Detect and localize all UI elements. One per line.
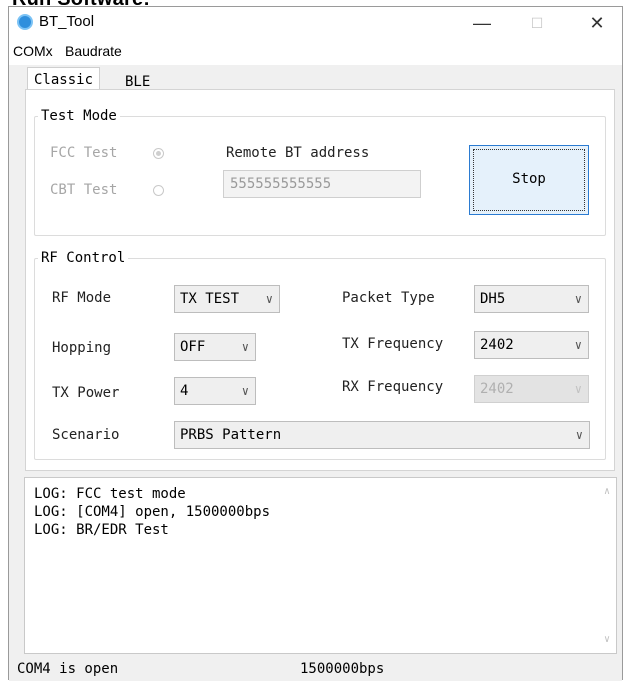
log-line: LOG: BR/EDR Test: [34, 522, 169, 538]
window-title: BT_Tool: [39, 13, 95, 30]
rx-frequency-select[interactable]: 2402 ∨: [474, 375, 589, 403]
rf-mode-value: TX TEST: [180, 291, 240, 307]
status-baud: 1500000bps: [300, 661, 385, 677]
rf-mode-select[interactable]: TX TEST ∨: [174, 285, 280, 313]
minimize-button[interactable]: —: [459, 9, 505, 37]
scroll-up-icon[interactable]: ∧: [604, 483, 610, 501]
tx-frequency-select[interactable]: 2402 ∨: [474, 331, 589, 359]
packet-type-value: DH5: [480, 291, 506, 307]
tx-power-label: TX Power: [52, 385, 120, 401]
hopping-label: Hopping: [52, 340, 112, 356]
stop-button-label: Stop: [512, 171, 546, 187]
log-line: LOG: [COM4] open, 1500000bps: [34, 504, 271, 520]
chevron-down-icon: ∨: [574, 338, 582, 352]
menu-baudrate[interactable]: Baudrate: [65, 43, 122, 59]
cbt-test-label: CBT Test: [50, 182, 118, 198]
chevron-down-icon: ∨: [575, 428, 583, 442]
maximize-button[interactable]: ☐: [514, 9, 560, 37]
hopping-value: OFF: [180, 339, 206, 355]
chevron-down-icon: ∨: [574, 382, 582, 396]
cbt-test-radio[interactable]: [153, 185, 164, 196]
menu-comx[interactable]: COMx: [13, 43, 53, 59]
rx-frequency-label: RX Frequency: [342, 379, 444, 395]
hopping-select[interactable]: OFF ∨: [174, 333, 256, 361]
remote-address-label: Remote BT address: [226, 145, 370, 161]
log-line: LOG: FCC test mode: [34, 486, 186, 502]
test-mode-legend: Test Mode: [41, 108, 117, 124]
rx-frequency-value: 2402: [480, 381, 514, 397]
packet-type-label: Packet Type: [342, 290, 435, 306]
close-button[interactable]: ✕: [574, 9, 620, 37]
stop-button[interactable]: Stop: [469, 145, 589, 215]
classic-tab-page: Test Mode FCC Test CBT Test Remote BT ad…: [25, 89, 615, 471]
log-output[interactable]: LOG: FCC test mode LOG: [COM4] open, 150…: [24, 477, 617, 654]
app-icon: [17, 14, 33, 30]
tx-frequency-value: 2402: [480, 337, 514, 353]
chevron-down-icon: ∨: [574, 292, 582, 306]
fcc-test-label: FCC Test: [50, 145, 118, 161]
tx-frequency-label: TX Frequency: [342, 336, 444, 352]
bt-tool-window: BT_Tool — ☐ ✕ COMx Baudrate Classic BLE …: [8, 6, 623, 681]
packet-type-select[interactable]: DH5 ∨: [474, 285, 589, 313]
scroll-down-icon[interactable]: ∨: [604, 631, 610, 649]
tx-power-select[interactable]: 4 ∨: [174, 377, 256, 405]
scenario-label: Scenario: [52, 427, 120, 443]
status-port: COM4 is open: [17, 661, 119, 677]
chevron-down-icon: ∨: [265, 292, 273, 306]
remote-address-field[interactable]: 555555555555: [223, 170, 421, 198]
tx-power-value: 4: [180, 383, 189, 399]
scenario-select[interactable]: PRBS Pattern ∨: [174, 421, 590, 449]
chevron-down-icon: ∨: [241, 384, 249, 398]
scenario-value: PRBS Pattern: [180, 427, 282, 443]
rf-mode-label: RF Mode: [52, 290, 112, 306]
status-bar: COM4 is open 1500000bps: [9, 657, 622, 681]
title-bar: BT_Tool — ☐ ✕: [9, 7, 622, 39]
chevron-down-icon: ∨: [241, 340, 249, 354]
fcc-test-radio[interactable]: [153, 148, 164, 159]
rf-control-legend: RF Control: [41, 250, 126, 266]
tab-classic[interactable]: Classic: [27, 67, 101, 91]
menu-bar: COMx Baudrate: [9, 39, 622, 65]
